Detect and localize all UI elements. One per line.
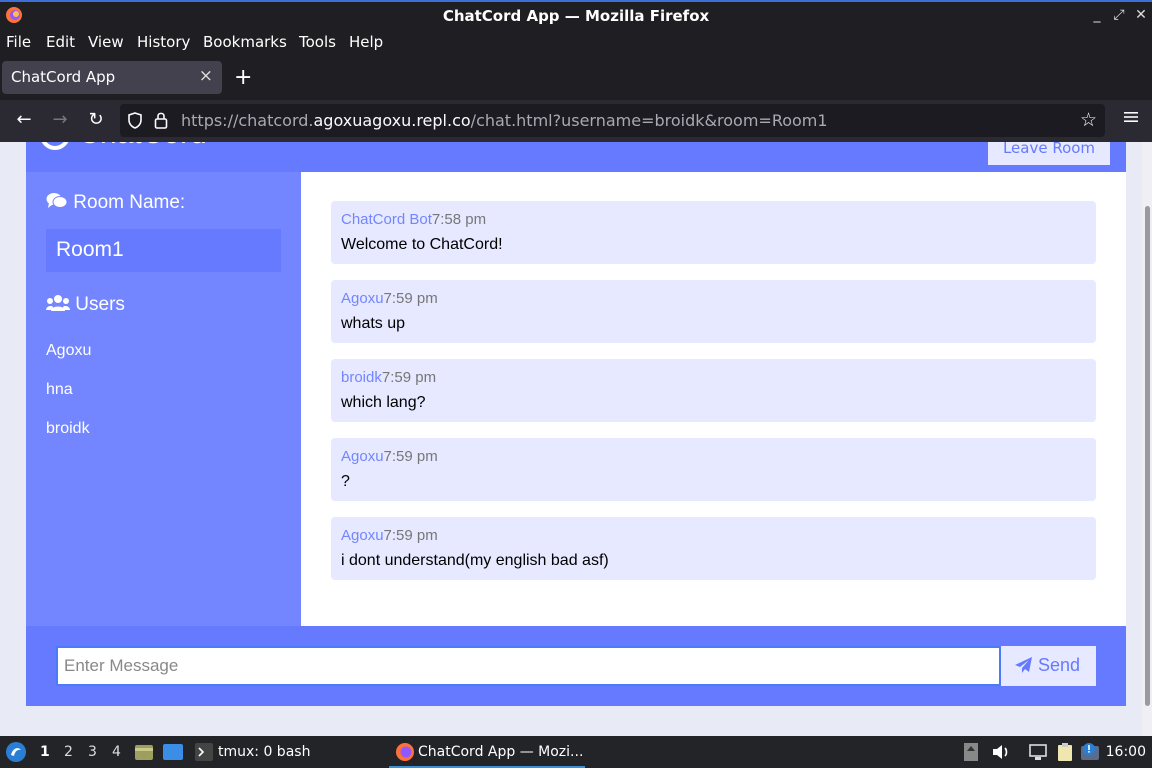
menu-history[interactable]: History <box>137 33 190 51</box>
page-viewport: ChatCord Leave Room Room Name: Room1 Use… <box>0 142 1152 736</box>
clock: 16:00 <box>1105 744 1146 760</box>
message-text: which lang? <box>341 394 426 411</box>
send-label: Send <box>1038 655 1081 675</box>
message-meta: Agoxu7:59 pm <box>341 527 438 544</box>
workspace-2[interactable]: 2 <box>64 744 73 760</box>
menu-bar: File Edit View History Bookmarks Tools H… <box>0 30 1152 56</box>
users-icon <box>46 295 70 311</box>
menu-tools[interactable]: Tools <box>299 33 336 51</box>
message-user: Agoxu <box>341 448 384 465</box>
message-user: ChatCord Bot <box>341 211 432 228</box>
clipboard-icon[interactable] <box>1055 742 1075 762</box>
message-input[interactable] <box>56 646 1001 686</box>
room-name-heading: Room Name: <box>46 192 185 214</box>
smile-icon <box>41 142 69 151</box>
users-heading: Users <box>46 294 125 316</box>
leave-room-button[interactable]: Leave Room <box>988 142 1110 165</box>
message-time: 7:59 pm <box>383 290 438 307</box>
hamburger-menu-icon[interactable] <box>1124 110 1138 124</box>
desktop-icon[interactable] <box>162 743 184 761</box>
browser-task[interactable]: ChatCord App — Mozi... <box>418 744 583 760</box>
network-icon[interactable] <box>1028 742 1048 762</box>
system-menu-icon[interactable] <box>5 741 27 763</box>
message-text: ? <box>341 473 350 490</box>
window-title: ChatCord App — Mozilla Firefox <box>442 7 710 25</box>
menu-edit[interactable]: Edit <box>46 33 75 51</box>
reload-icon[interactable]: ↻ <box>84 108 108 132</box>
message-text: Welcome to ChatCord! <box>341 236 503 253</box>
lock-icon[interactable] <box>154 111 168 129</box>
menu-bookmarks[interactable]: Bookmarks <box>203 33 287 51</box>
tab-chatcord[interactable]: ChatCord App × <box>2 61 222 94</box>
message-time: 7:58 pm <box>431 211 487 228</box>
chat-form: Send <box>26 626 1126 706</box>
workspace-4[interactable]: 4 <box>112 744 121 760</box>
user-list-item: hna <box>46 381 73 398</box>
message-user: Agoxu <box>341 527 384 544</box>
notification-icon[interactable] <box>1079 742 1101 762</box>
bookmark-star-icon[interactable]: ☆ <box>1080 109 1097 131</box>
workspace-1[interactable]: 1 <box>40 744 50 760</box>
user-list-item: Agoxu <box>46 342 92 359</box>
window-titlebar: ChatCord App — Mozilla Firefox _ ⤢ ✕ <box>0 0 1152 30</box>
send-button[interactable]: Send <box>1001 646 1096 686</box>
url-text[interactable]: https://chatcord.agoxuagoxu.repl.co/chat… <box>181 111 828 130</box>
forward-arrow-icon[interactable]: → <box>48 108 72 132</box>
taskbar: 1 2 3 4 tmux: 0 bash ChatCord App — Mozi… <box>0 736 1152 768</box>
message-time: 7:59 pm <box>383 448 438 465</box>
shield-icon[interactable] <box>128 112 142 129</box>
menu-help[interactable]: Help <box>349 33 383 51</box>
message-meta: ChatCord Bot7:58 pm <box>341 211 486 228</box>
volume-icon[interactable] <box>991 742 1011 762</box>
scrollbar-thumb[interactable] <box>1145 206 1150 706</box>
chat-sidebar: Room Name: Room1 Users Agoxu hna broidk <box>26 172 301 626</box>
menu-view[interactable]: View <box>88 33 124 51</box>
brand-logo: ChatCord <box>40 142 207 151</box>
menu-file[interactable]: File <box>6 33 31 51</box>
message-text: whats up <box>341 315 406 332</box>
chat-message: ChatCord Bot7:58 pm Welcome to ChatCord! <box>331 201 1096 264</box>
message-user: broidk <box>341 369 382 386</box>
comments-icon <box>46 193 68 208</box>
tab-strip: ChatCord App × + <box>0 56 1152 100</box>
user-list-item: broidk <box>46 420 90 437</box>
back-arrow-icon[interactable]: ← <box>12 108 36 132</box>
url-path: /chat.html?username=broidk&room=Room1 <box>470 111 828 130</box>
room-name: Room1 <box>46 229 281 272</box>
message-meta: broidk7:59 pm <box>341 369 436 386</box>
page-scrollbar[interactable] <box>1142 142 1152 736</box>
chat-message: broidk7:59 pm which lang? <box>331 359 1096 422</box>
chat-header: ChatCord Leave Room <box>26 142 1126 172</box>
file-manager-icon[interactable] <box>134 742 154 762</box>
workspace-3[interactable]: 3 <box>88 744 97 760</box>
message-time: 7:59 pm <box>383 527 438 544</box>
url-domain: agoxuagoxu.repl.co <box>313 111 471 130</box>
terminal-icon <box>195 743 213 761</box>
navigation-bar: ← → ↻ https://chatcord.agoxuagoxu.repl.c… <box>0 100 1152 142</box>
terminal-task[interactable]: tmux: 0 bash <box>218 744 310 760</box>
tab-close-icon[interactable]: × <box>199 66 213 86</box>
message-user: Agoxu <box>341 290 384 307</box>
users-label: Users <box>75 294 125 315</box>
message-meta: Agoxu7:59 pm <box>341 448 438 465</box>
chat-messages: ChatCord Bot7:58 pm Welcome to ChatCord!… <box>301 172 1126 626</box>
new-tab-button[interactable]: + <box>234 65 252 90</box>
url-bar[interactable]: https://chatcord.agoxuagoxu.repl.co/chat… <box>120 104 1105 137</box>
tab-title: ChatCord App <box>11 68 116 86</box>
maximize-button[interactable]: ⤢ <box>1111 7 1127 23</box>
chat-message: Agoxu7:59 pm whats up <box>331 280 1096 343</box>
chat-message: Agoxu7:59 pm i dont understand(my englis… <box>331 517 1096 580</box>
upload-icon[interactable] <box>963 742 979 762</box>
minimize-button[interactable]: _ <box>1089 7 1105 23</box>
chat-message: Agoxu7:59 pm ? <box>331 438 1096 501</box>
message-text: i dont understand(my english bad asf) <box>341 552 609 569</box>
message-time: 7:59 pm <box>381 369 437 386</box>
paper-plane-icon <box>1015 657 1032 673</box>
close-window-button[interactable]: ✕ <box>1133 7 1149 23</box>
room-name-label: Room Name: <box>73 192 186 213</box>
url-prefix: https://chatcord. <box>181 111 314 130</box>
firefox-icon <box>396 743 414 761</box>
brand-name: ChatCord <box>78 142 206 150</box>
message-meta: Agoxu7:59 pm <box>341 290 438 307</box>
